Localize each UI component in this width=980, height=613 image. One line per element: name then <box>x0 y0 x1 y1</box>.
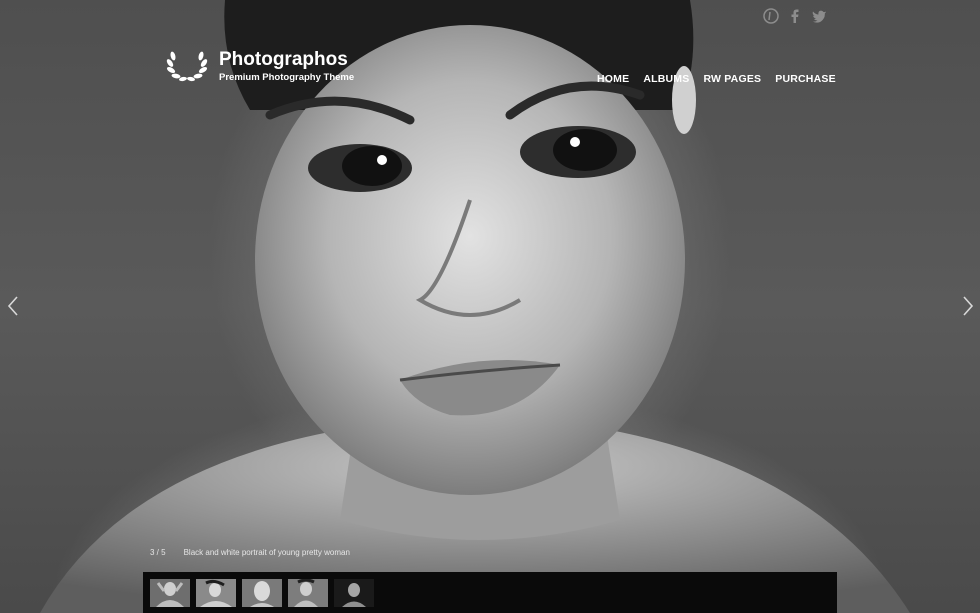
thumbnail-2[interactable] <box>196 579 236 607</box>
portrait-illustration <box>40 0 910 613</box>
thumbnail-4[interactable] <box>288 579 328 607</box>
nav-item-albums[interactable]: ALBUMS <box>643 73 689 85</box>
social-links <box>763 8 827 24</box>
thumbnail-5[interactable] <box>334 579 374 607</box>
facebook-icon[interactable] <box>787 8 803 24</box>
prev-slide-arrow-icon[interactable] <box>6 295 20 317</box>
main-nav: HOME ALBUMS RW PAGES PURCHASE <box>597 73 836 85</box>
brand-tagline: Premium Photography Theme <box>219 71 355 83</box>
thumbnail-1[interactable] <box>150 579 190 607</box>
slide-caption: 3 / 5 Black and white portrait of young … <box>150 548 350 557</box>
brand-name: Photographos <box>219 48 348 70</box>
brand-text: Photographos Premium Photography Theme <box>219 48 355 83</box>
nav-item-purchase[interactable]: PURCHASE <box>775 73 836 85</box>
twitter-icon[interactable] <box>811 8 827 24</box>
nav-item-rw-pages[interactable]: RW PAGES <box>703 73 761 85</box>
thumbnail-strip <box>143 572 837 613</box>
hero-image <box>0 0 980 613</box>
thumbnail-list <box>150 579 374 607</box>
slide-counter: 3 / 5 <box>150 548 166 557</box>
next-slide-arrow-icon[interactable] <box>961 295 975 317</box>
slide-caption-text: Black and white portrait of young pretty… <box>183 548 350 557</box>
site-logo[interactable]: Photographos Premium Photography Theme <box>165 48 354 84</box>
nav-item-home[interactable]: HOME <box>597 73 629 85</box>
thumbnail-3[interactable] <box>242 579 282 607</box>
laurel-wreath-icon <box>166 51 208 82</box>
pinterest-icon[interactable] <box>763 8 779 24</box>
